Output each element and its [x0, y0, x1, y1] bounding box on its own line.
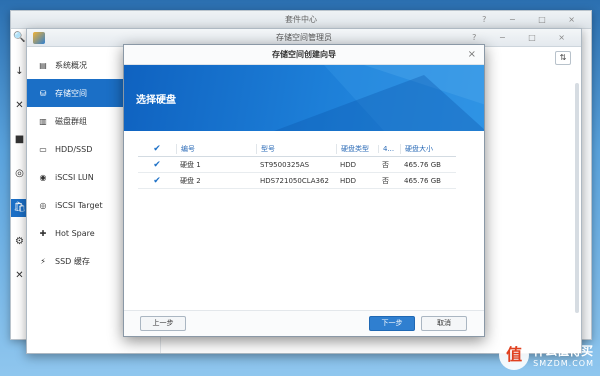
close-icon[interactable]: ×: [468, 45, 476, 65]
disk-table: ✔ 编号 型号 硬盘类型 4... 硬盘大小 ✔ 硬盘 1 ST9500325AS H…: [138, 141, 456, 189]
window-controls[interactable]: ? − □ ×: [482, 11, 585, 29]
disk-model: HDS721050CLA362: [260, 176, 329, 185]
column-header-4k[interactable]: 4...: [378, 144, 400, 153]
disk-type: HDD: [340, 176, 357, 185]
ssd-cache-icon: ⚡: [40, 256, 46, 266]
site-watermark: 值 什么值得买 SMZDM.COM: [499, 340, 594, 370]
disk-group-icon: ▥: [39, 116, 47, 126]
wizard-step-title: 选择硬盘: [136, 95, 176, 106]
column-header-size[interactable]: 硬盘大小: [400, 143, 456, 154]
lun-icon: ◉: [39, 172, 47, 182]
sidebar-item-label: Hot Spare: [55, 228, 95, 238]
wizard-title: 存储空间创建向导: [272, 50, 336, 59]
select-all-cell[interactable]: ✔: [138, 144, 176, 154]
storage-manager-app-icon: [33, 32, 45, 44]
disk-size: 465.76 GB: [404, 176, 441, 185]
sidebar-item-label: HDD/SSD: [55, 144, 93, 154]
sidebar-item-label: 系统概况: [55, 60, 87, 70]
watermark-title: 什么值得买: [533, 344, 594, 358]
disk-id: 硬盘 1: [180, 160, 201, 169]
sidebar-item-label: iSCSI LUN: [55, 172, 94, 182]
row-checkbox[interactable]: ✔: [153, 160, 162, 170]
scrollbar[interactable]: [575, 83, 579, 313]
sidebar-item-label: SSD 缓存: [55, 256, 90, 266]
prev-button[interactable]: 上一步: [140, 316, 186, 331]
wizard-banner: 选择硬盘: [124, 65, 484, 131]
hdd-icon: ▭: [39, 144, 47, 154]
wizard-title-bar[interactable]: 存储空间创建向导 ×: [124, 45, 484, 65]
sidebar-item-label: 磁盘群组: [55, 116, 87, 126]
sort-icon[interactable]: ⇅: [555, 51, 571, 65]
table-row[interactable]: ✔ 硬盘 2 HDS721050CLA362 HDD 否 465.76 GB: [138, 173, 456, 189]
wizard-footer: 上一步 下一步 取消: [124, 310, 484, 336]
package-center-title: 套件中心: [285, 15, 317, 24]
cancel-button[interactable]: 取消: [421, 316, 467, 331]
storage-manager-title: 存储空间管理员: [276, 33, 332, 42]
banner-decoration: [274, 65, 484, 131]
disk-4k: 否: [382, 176, 389, 185]
row-checkbox[interactable]: ✔: [153, 176, 162, 186]
watermark-logo: 值: [499, 340, 530, 370]
row-select-cell[interactable]: ✔: [138, 176, 176, 186]
storage-icon: ⛁: [39, 88, 47, 98]
target-icon: ◎: [39, 200, 47, 210]
disk-type: HDD: [340, 160, 357, 169]
disk-id: 硬盘 2: [180, 176, 201, 185]
table-row[interactable]: ✔ 硬盘 1 ST9500325AS HDD 否 465.76 GB: [138, 157, 456, 173]
package-center-titlebar[interactable]: 套件中心 ? − □ ×: [11, 11, 591, 29]
storage-wizard-dialog: 存储空间创建向导 × 选择硬盘 ✔ 编号 型号 硬盘类型 4... 硬盘大小 ✔…: [123, 44, 485, 337]
window-controls[interactable]: ? − □ ×: [472, 29, 575, 47]
hot-spare-icon: ✚: [39, 228, 47, 238]
disk-size: 465.76 GB: [404, 160, 441, 169]
disk-model: ST9500325AS: [260, 160, 310, 169]
row-select-cell[interactable]: ✔: [138, 160, 176, 170]
select-all-checkbox[interactable]: ✔: [153, 144, 162, 154]
sidebar-item-label: 存储空间: [55, 88, 87, 98]
disk-4k: 否: [382, 160, 389, 169]
column-header-id[interactable]: 编号: [176, 143, 256, 154]
table-header: ✔ 编号 型号 硬盘类型 4... 硬盘大小: [138, 141, 456, 157]
watermark-url: SMZDM.COM: [533, 359, 594, 368]
sidebar-item-label: iSCSI Target: [55, 200, 103, 210]
next-button[interactable]: 下一步: [369, 316, 415, 331]
column-header-model[interactable]: 型号: [256, 143, 336, 154]
overview-icon: ▤: [39, 60, 47, 70]
column-header-type[interactable]: 硬盘类型: [336, 143, 378, 154]
